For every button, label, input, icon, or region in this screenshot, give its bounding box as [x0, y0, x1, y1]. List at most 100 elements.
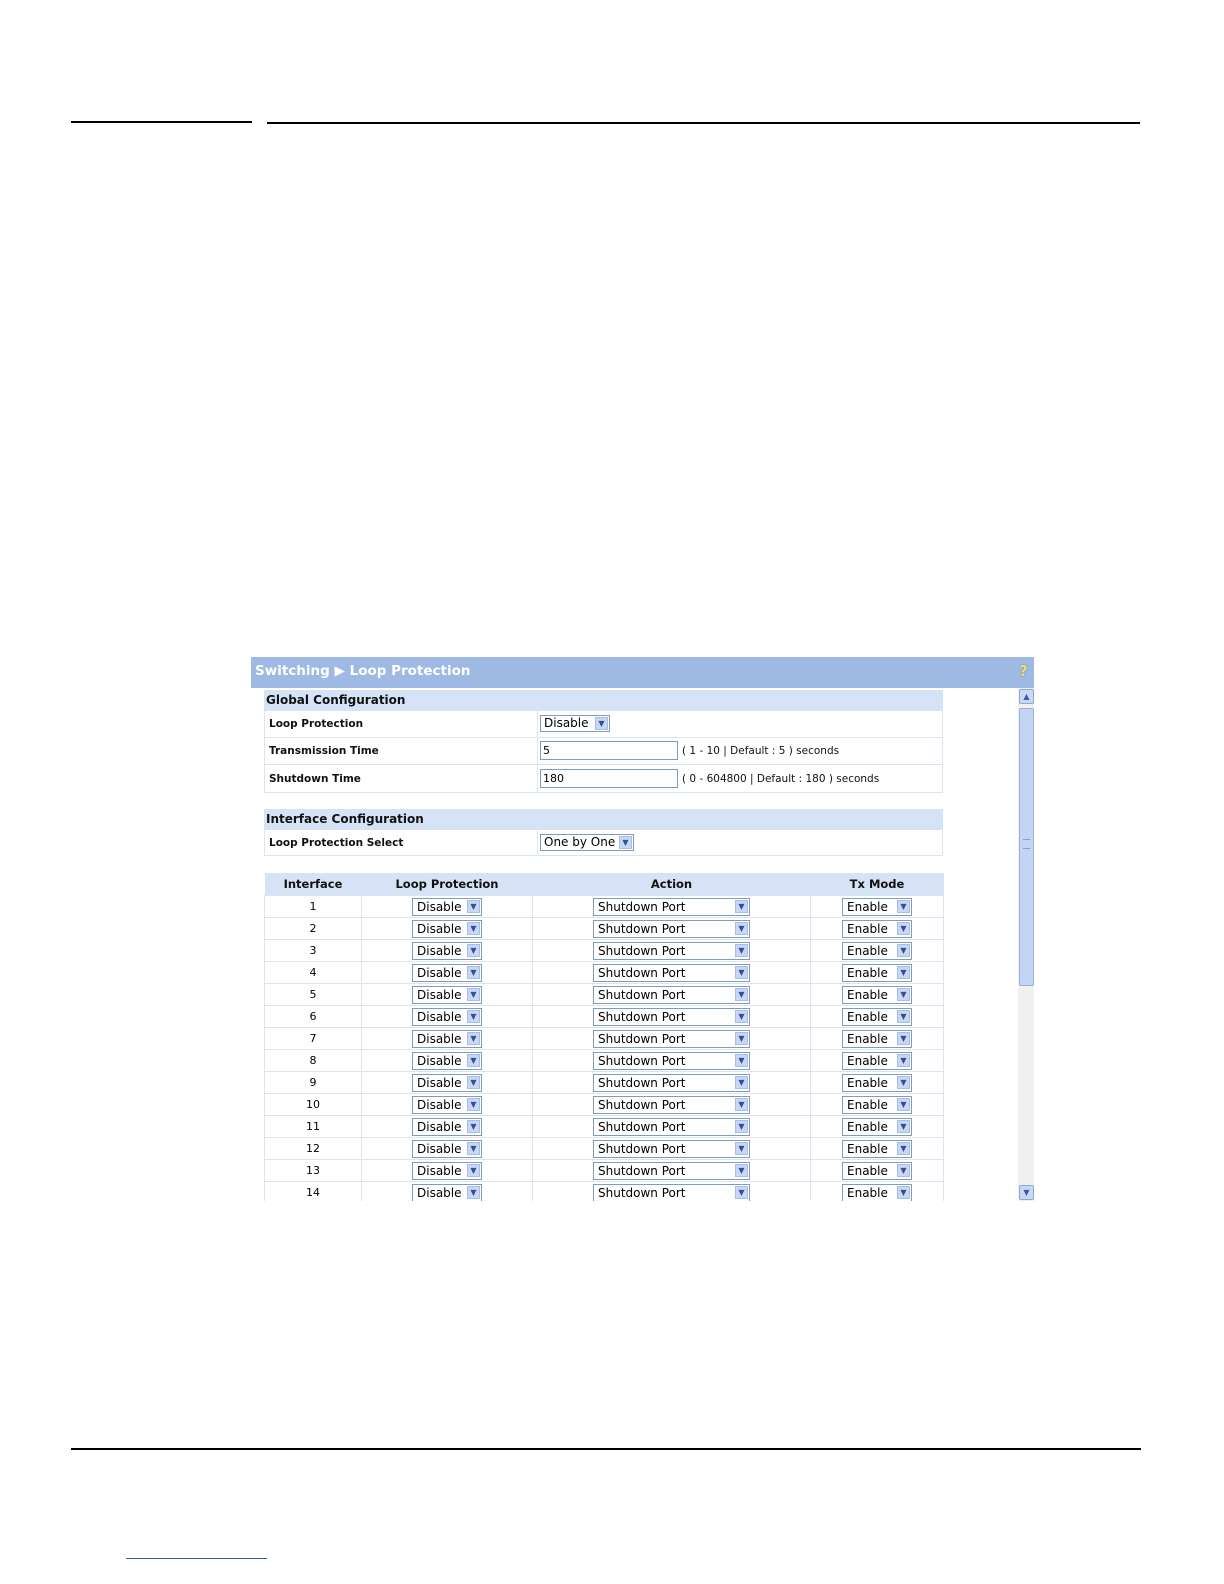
row-loop-protection-value: Disable: [417, 1009, 462, 1024]
row-tx-mode-select[interactable]: Enable ▼: [842, 1007, 912, 1026]
row-action-select[interactable]: Shutdown Port ▼: [593, 1073, 750, 1092]
row-loop-protection-select[interactable]: Disable ▼: [412, 1139, 482, 1158]
chevron-down-icon: ▼: [735, 1031, 748, 1045]
loop-protection-select[interactable]: Disable ▼: [540, 715, 610, 732]
row-loop-protection-select[interactable]: Disable ▼: [412, 1029, 482, 1048]
transmission-time-input[interactable]: 5: [540, 741, 678, 760]
row-action-value: Shutdown Port: [598, 1163, 686, 1178]
row-loop-protection-value: Disable: [417, 1031, 462, 1046]
header-action: Action: [532, 873, 811, 896]
chevron-down-icon: ▼: [735, 1097, 748, 1111]
row-tx-mode-select[interactable]: Enable ▼: [842, 1161, 912, 1180]
row-loop-protection-select[interactable]: Disable ▼: [412, 897, 482, 916]
row-loop-protection-select[interactable]: Disable ▼: [412, 963, 482, 982]
chevron-down-icon: ▼: [467, 965, 480, 979]
table-row: 3 Disable ▼ Shutdown Port ▼ Enable ▼: [264, 939, 944, 962]
scroll-down-icon[interactable]: ▼: [1019, 1185, 1034, 1200]
row-loop-protection-value: Disable: [417, 1119, 462, 1134]
row-loop-protection-select[interactable]: Disable ▼: [412, 1007, 482, 1026]
row-loop-protection-value: Disable: [417, 899, 462, 914]
table-header-row: Interface Loop Protection Action Tx Mode: [264, 873, 944, 896]
row-tx-mode-select[interactable]: Enable ▼: [842, 1139, 912, 1158]
row-action-select[interactable]: Shutdown Port ▼: [593, 919, 750, 938]
shutdown-time-hint: ( 0 - 604800 | Default : 180 ) seconds: [682, 773, 880, 785]
loop-protection-select-value: Disable: [544, 716, 589, 730]
row-action-select[interactable]: Shutdown Port ▼: [593, 1161, 750, 1180]
row-tx-mode-select[interactable]: Enable ▼: [842, 1183, 912, 1201]
row-loop-protection-value: Disable: [417, 1053, 462, 1068]
row-tx-mode-select[interactable]: Enable ▼: [842, 1051, 912, 1070]
row-loop-protection-select[interactable]: Disable ▼: [412, 1183, 482, 1201]
chevron-down-icon: ▼: [735, 1141, 748, 1155]
row-loop-protection-select[interactable]: Disable ▼: [412, 1051, 482, 1070]
title-bar: Switching ▶ Loop Protection ?: [251, 657, 1034, 688]
row-loop-protection-select[interactable]: Disable ▼: [412, 919, 482, 938]
row-tx-mode-value: Enable: [847, 1075, 888, 1090]
row-action-select[interactable]: Shutdown Port ▼: [593, 963, 750, 982]
row-tx-mode-select[interactable]: Enable ▼: [842, 1117, 912, 1136]
chevron-down-icon: ▼: [735, 943, 748, 957]
loop-protection-select-row: Loop Protection Select One by One ▼: [264, 830, 943, 856]
scroll-up-icon[interactable]: ▲: [1019, 689, 1034, 704]
row-tx-mode-select[interactable]: Enable ▼: [842, 941, 912, 960]
row-action-value: Shutdown Port: [598, 1141, 686, 1156]
shutdown-time-input[interactable]: 180: [540, 769, 678, 788]
row-tx-mode-select[interactable]: Enable ▼: [842, 1095, 912, 1114]
row-action-select[interactable]: Shutdown Port ▼: [593, 1095, 750, 1114]
row-tx-mode-value: Enable: [847, 1185, 888, 1200]
row-tx-mode-value: Enable: [847, 1009, 888, 1024]
row-tx-mode-value: Enable: [847, 899, 888, 914]
row-loop-protection-value: Disable: [417, 1141, 462, 1156]
row-loop-protection-value: Disable: [417, 1075, 462, 1090]
scrollbar-thumb[interactable]: [1019, 708, 1034, 986]
chevron-down-icon: ▼: [595, 717, 608, 730]
row-tx-mode-select[interactable]: Enable ▼: [842, 985, 912, 1004]
row-tx-mode-select[interactable]: Enable ▼: [842, 1029, 912, 1048]
row-loop-protection-select[interactable]: Disable ▼: [412, 1073, 482, 1092]
row-tx-mode-value: Enable: [847, 1031, 888, 1046]
chevron-down-icon: ▼: [467, 987, 480, 1001]
row-tx-mode-select[interactable]: Enable ▼: [842, 919, 912, 938]
interface-number: 11: [264, 1115, 362, 1138]
chevron-down-icon: ▼: [735, 1075, 748, 1089]
footer-link-underline: [126, 1558, 267, 1559]
row-tx-mode-select[interactable]: Enable ▼: [842, 897, 912, 916]
row-action-select[interactable]: Shutdown Port ▼: [593, 1139, 750, 1158]
row-loop-protection-select[interactable]: Disable ▼: [412, 1117, 482, 1136]
row-loop-protection-select[interactable]: Disable ▼: [412, 985, 482, 1004]
row-action-value: Shutdown Port: [598, 1097, 686, 1112]
help-icon[interactable]: ?: [1017, 663, 1030, 680]
row-action-select[interactable]: Shutdown Port ▼: [593, 985, 750, 1004]
chevron-down-icon: ▼: [897, 987, 910, 1001]
chevron-down-icon: ▼: [897, 1031, 910, 1045]
vertical-scrollbar[interactable]: ▲ ▼: [1018, 688, 1034, 1201]
row-loop-protection-value: Disable: [417, 965, 462, 980]
row-tx-mode-value: Enable: [847, 921, 888, 936]
interface-number: 8: [264, 1049, 362, 1072]
loop-protection-label: Loop Protection: [269, 718, 364, 730]
breadcrumb-section[interactable]: Switching: [255, 663, 330, 679]
footer-rule: [71, 1448, 1141, 1450]
row-loop-protection-select[interactable]: Disable ▼: [412, 941, 482, 960]
row-action-select[interactable]: Shutdown Port ▼: [593, 1117, 750, 1136]
row-action-value: Shutdown Port: [598, 987, 686, 1002]
row-loop-protection-value: Disable: [417, 987, 462, 1002]
row-action-select[interactable]: Shutdown Port ▼: [593, 897, 750, 916]
row-tx-mode-select[interactable]: Enable ▼: [842, 963, 912, 982]
row-loop-protection-select[interactable]: Disable ▼: [412, 1095, 482, 1114]
row-action-select[interactable]: Shutdown Port ▼: [593, 1029, 750, 1048]
chevron-down-icon: ▼: [467, 1119, 480, 1133]
chevron-down-icon: ▼: [735, 921, 748, 935]
row-tx-mode-select[interactable]: Enable ▼: [842, 1073, 912, 1092]
table-row: 9 Disable ▼ Shutdown Port ▼ Enable ▼: [264, 1071, 944, 1094]
row-action-select[interactable]: Shutdown Port ▼: [593, 1051, 750, 1070]
row-loop-protection-select[interactable]: Disable ▼: [412, 1161, 482, 1180]
interface-number: 12: [264, 1137, 362, 1160]
row-action-select[interactable]: Shutdown Port ▼: [593, 1183, 750, 1201]
row-action-select[interactable]: Shutdown Port ▼: [593, 941, 750, 960]
shutdown-time-label: Shutdown Time: [269, 773, 361, 785]
chevron-down-icon: ▼: [467, 1053, 480, 1067]
loop-protection-mode-select[interactable]: One by One ▼: [540, 834, 634, 851]
table-row: 7 Disable ▼ Shutdown Port ▼ Enable ▼: [264, 1027, 944, 1050]
row-action-select[interactable]: Shutdown Port ▼: [593, 1007, 750, 1026]
